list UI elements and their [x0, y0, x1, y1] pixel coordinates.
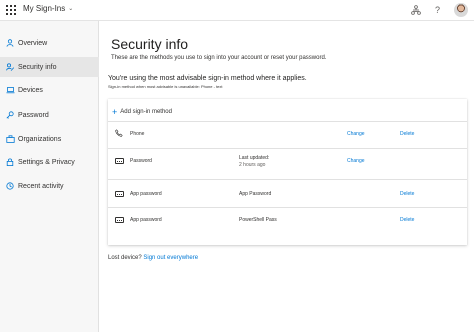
lost-device-label: Lost device? — [108, 255, 142, 261]
password-icon — [115, 217, 124, 223]
method-row-password: Password Last updated: 2 hours ago Chang… — [108, 148, 467, 174]
method-row-phone: Phone Change Delete — [108, 121, 467, 147]
method-name: Phone — [130, 131, 145, 137]
briefcase-icon — [3, 135, 17, 143]
method-name: App password — [130, 191, 162, 197]
sidebar-item-password[interactable]: Password — [0, 105, 99, 125]
organization-icon[interactable] — [411, 5, 421, 15]
sidebar-item-label: Settings & Privacy — [18, 158, 75, 166]
phone-icon — [115, 129, 123, 137]
sidebar-item-label: Recent activity — [18, 182, 64, 190]
top-bar: My Sign-Ins ⌄ ? — [0, 0, 474, 21]
delete-link[interactable]: Delete — [400, 131, 414, 137]
help-icon[interactable]: ? — [435, 4, 440, 16]
method-name: Password — [130, 158, 152, 164]
sidebar-item-label: Organizations — [18, 135, 62, 143]
lost-device-line: Lost device? Sign out everywhere — [108, 255, 198, 261]
plus-icon: + — [112, 107, 118, 117]
sign-out-everywhere-link[interactable]: Sign out everywhere — [143, 255, 198, 261]
sidebar-item-label: Devices — [18, 86, 43, 94]
waffle-icon[interactable] — [5, 4, 17, 16]
method-row-app-password: App password PowerShell Pass Delete — [108, 207, 467, 233]
sidebar-item-overview[interactable]: Overview — [0, 33, 99, 53]
change-link[interactable]: Change — [347, 158, 365, 164]
sidebar-item-settings-privacy[interactable]: Settings & Privacy — [0, 152, 99, 172]
sidebar-item-devices[interactable]: Devices — [0, 80, 99, 100]
method-detail: App Password — [239, 191, 272, 197]
add-sign-in-method-button[interactable]: + Add sign-in method — [112, 105, 172, 119]
password-icon — [115, 158, 124, 164]
password-icon — [115, 191, 124, 197]
sidebar: Overview Security info Devices Password … — [0, 21, 99, 332]
sidebar-item-organizations[interactable]: Organizations — [0, 129, 99, 149]
sidebar-item-label: Password — [18, 111, 49, 119]
method-detail: Last updated: 2 hours ago — [239, 155, 269, 169]
divider — [108, 179, 467, 180]
change-link[interactable]: Change — [347, 131, 365, 137]
default-method-text: You're using the most advisable sign-in … — [108, 75, 307, 82]
app-title-label: My Sign-Ins — [23, 4, 66, 13]
add-sign-in-method-label: Add sign-in method — [120, 109, 172, 115]
security-info-icon — [3, 63, 17, 71]
page-title: Security info — [111, 36, 189, 52]
key-icon — [3, 111, 17, 119]
sidebar-item-label: Security info — [18, 63, 57, 71]
last-updated-label: Last updated: — [239, 155, 270, 161]
delete-link[interactable]: Delete — [400, 217, 414, 223]
page-subtitle: These are the methods you use to sign in… — [111, 55, 327, 61]
history-icon — [3, 182, 17, 190]
method-row-app-password: App password App Password Delete — [108, 181, 467, 207]
last-updated-value: 2 hours ago — [239, 162, 266, 168]
delete-link[interactable]: Delete — [400, 191, 414, 197]
app-title[interactable]: My Sign-Ins ⌄ — [23, 4, 73, 13]
method-name: App password — [130, 217, 162, 223]
person-icon — [3, 39, 17, 47]
chevron-down-icon: ⌄ — [68, 6, 74, 12]
sidebar-item-label: Overview — [18, 39, 48, 47]
avatar[interactable] — [454, 3, 468, 17]
main-content: Security info These are the methods you … — [100, 21, 474, 332]
fallback-method-note: Sign-in method when most advisable is un… — [108, 84, 223, 89]
methods-card: + Add sign-in method Phone Change Delete… — [108, 99, 467, 245]
laptop-icon — [3, 86, 17, 94]
sidebar-item-recent-activity[interactable]: Recent activity — [0, 176, 99, 196]
lock-icon — [3, 158, 17, 166]
sidebar-item-security-info[interactable]: Security info — [0, 57, 99, 77]
method-detail: PowerShell Pass — [239, 217, 277, 223]
